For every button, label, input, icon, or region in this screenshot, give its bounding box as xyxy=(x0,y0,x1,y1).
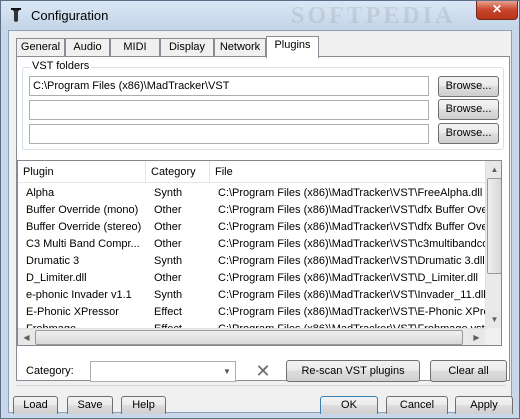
plugin-category: Other xyxy=(154,204,182,216)
tab-midi[interactable]: MIDI xyxy=(110,38,160,57)
ok-button[interactable]: OK xyxy=(320,396,378,414)
window-title: Configuration xyxy=(31,8,109,23)
dialog-client: General Audio MIDI Display Network Plugi… xyxy=(8,30,513,414)
category-label: Category: xyxy=(26,365,74,377)
close-button[interactable]: ✕ xyxy=(476,1,518,20)
plugin-file: C:\Program Files (x86)\MadTracker\VST\E-… xyxy=(218,306,485,318)
plugin-category: Synth xyxy=(154,255,183,267)
scroll-left-icon[interactable]: ◀ xyxy=(18,329,35,345)
app-icon xyxy=(11,8,21,22)
scroll-up-icon[interactable]: ▲ xyxy=(486,161,501,178)
plugin-file: C:\Program Files (x86)\MadTracker\VST\D_… xyxy=(218,272,478,284)
browse-button-3[interactable]: Browse... xyxy=(438,123,499,144)
apply-button[interactable]: Apply xyxy=(455,396,513,414)
plugin-file: C:\Program Files (x86)\MadTracker\VST\Dr… xyxy=(218,255,485,267)
category-select[interactable]: ▼ xyxy=(90,361,236,382)
vst-folder-path-1[interactable]: C:\Program Files (x86)\MadTracker\VST xyxy=(29,76,429,96)
help-button[interactable]: Help xyxy=(121,396,166,414)
plugin-category: Synth xyxy=(154,187,183,199)
chevron-down-icon[interactable]: ▼ xyxy=(221,365,233,379)
plugin-file: C:\Program Files (x86)\MadTracker\VST\c3… xyxy=(218,238,485,250)
table-row[interactable]: E-Phonic XPressor Effect C:\Program File… xyxy=(18,304,485,321)
vst-folders-label: VST folders xyxy=(30,60,92,72)
plugin-name: E-Phonic XPressor xyxy=(26,306,119,318)
tab-display[interactable]: Display xyxy=(160,38,214,57)
scroll-down-icon[interactable]: ▼ xyxy=(486,311,501,328)
plugin-name: Drumatic 3 xyxy=(26,255,80,267)
rescan-vst-plugins-button[interactable]: Re-scan VST plugins xyxy=(286,360,420,382)
cancel-button[interactable]: Cancel xyxy=(386,396,448,414)
tab-general[interactable]: General xyxy=(16,38,65,57)
table-row[interactable]: Buffer Override (stereo) Other C:\Progra… xyxy=(18,219,485,236)
table-row[interactable]: Alpha Synth C:\Program Files (x86)\MadTr… xyxy=(18,185,485,202)
plugin-category: Other xyxy=(154,221,182,233)
plugin-file: C:\Program Files (x86)\MadTracker\VST\df… xyxy=(218,221,485,233)
clear-filter-icon[interactable]: ✕ xyxy=(253,361,273,381)
horizontal-scroll-thumb[interactable] xyxy=(35,330,463,345)
table-row[interactable]: Drumatic 3 Synth C:\Program Files (x86)\… xyxy=(18,253,485,270)
footer-separator xyxy=(16,385,506,386)
plugin-name: Buffer Override (mono) xyxy=(26,204,139,216)
plugin-list[interactable]: Plugin Category File Alpha Synth C:\Prog… xyxy=(17,160,502,346)
plugin-category: Other xyxy=(154,238,182,250)
column-header-file[interactable]: File xyxy=(210,161,485,183)
browse-button-2[interactable]: Browse... xyxy=(438,99,499,120)
tab-audio[interactable]: Audio xyxy=(65,38,110,57)
table-row[interactable]: D_Limiter.dll Other C:\Program Files (x8… xyxy=(18,270,485,287)
column-header-category[interactable]: Category xyxy=(146,161,210,183)
load-button[interactable]: Load xyxy=(13,396,58,414)
plugin-category: Other xyxy=(154,272,182,284)
save-button[interactable]: Save xyxy=(67,396,113,414)
column-header-plugin[interactable]: Plugin xyxy=(18,161,146,183)
table-row[interactable]: Buffer Override (mono) Other C:\Program … xyxy=(18,202,485,219)
plugin-name: Alpha xyxy=(26,187,55,199)
horizontal-scrollbar[interactable]: ◀ ▶ xyxy=(18,328,485,345)
scroll-right-icon[interactable]: ▶ xyxy=(468,329,485,345)
plugin-name: Buffer Override (stereo) xyxy=(26,221,142,233)
title-bar[interactable]: Configuration SOFTPEDIA ✕ xyxy=(1,1,519,29)
clear-all-button[interactable]: Clear all xyxy=(430,360,507,382)
plugin-file: C:\Program Files (x86)\MadTracker\VST\In… xyxy=(218,289,485,301)
browse-button-1[interactable]: Browse... xyxy=(438,76,499,97)
tab-plugins[interactable]: Plugins xyxy=(266,36,319,58)
plugin-name: D_Limiter.dll xyxy=(26,272,87,284)
configuration-window: Configuration SOFTPEDIA ✕ General Audio … xyxy=(0,0,520,419)
table-row[interactable]: e-phonic Invader v1.1 Synth C:\Program F… xyxy=(18,287,485,304)
vst-folder-path-2[interactable] xyxy=(29,100,429,120)
plugin-name: C3 Multi Band Compr... xyxy=(26,238,140,250)
vertical-scrollbar[interactable]: ▲ ▼ xyxy=(485,161,501,328)
vst-folder-path-3[interactable] xyxy=(29,124,429,144)
scrollbar-corner xyxy=(485,328,501,345)
vertical-scroll-thumb[interactable] xyxy=(487,178,501,274)
watermark: SOFTPEDIA xyxy=(291,3,456,29)
plugin-name: e-phonic Invader v1.1 xyxy=(26,289,132,301)
tab-network[interactable]: Network xyxy=(214,38,266,57)
plugin-file: C:\Program Files (x86)\MadTracker\VST\Fr… xyxy=(218,187,483,199)
table-row[interactable]: C3 Multi Band Compr... Other C:\Program … xyxy=(18,236,485,253)
plugin-category: Synth xyxy=(154,289,183,301)
plugin-file: C:\Program Files (x86)\MadTracker\VST\df… xyxy=(218,204,485,216)
plugin-list-header: Plugin Category File xyxy=(18,161,485,183)
plugin-category: Effect xyxy=(154,306,182,318)
